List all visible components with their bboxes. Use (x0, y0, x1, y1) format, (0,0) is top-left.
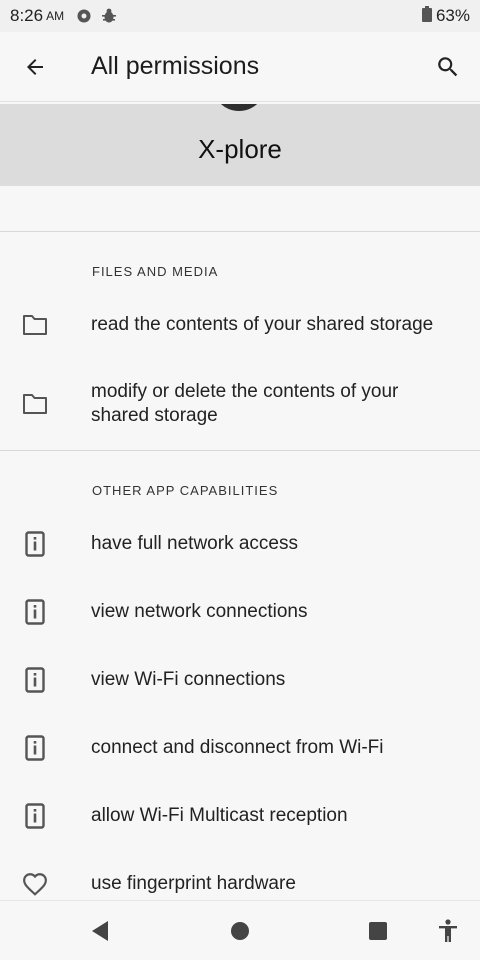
permission-label: read the contents of your shared storage (91, 314, 434, 335)
app-bar: All permissions (0, 32, 480, 102)
permission-label: modify or delete the contents of your sh… (91, 381, 399, 426)
triangle-back-icon (92, 921, 108, 941)
accessibility-icon (439, 919, 457, 942)
bug-icon (102, 8, 117, 24)
battery-percent: 63% (435, 6, 470, 25)
app-name: X-plore (198, 134, 282, 164)
heart-icon (0, 872, 70, 896)
sync-icon (76, 8, 92, 24)
permission-label: connect and disconnect from Wi-Fi (91, 737, 384, 758)
permission-item[interactable]: allow Wi-Fi Multicast reception (0, 792, 480, 840)
permission-label: view Wi-Fi connections (91, 669, 286, 690)
device-info-icon (0, 599, 70, 625)
app-header: X-plore (0, 104, 480, 186)
square-recents-icon (369, 922, 387, 940)
accessibility-button[interactable] (418, 901, 478, 960)
nav-back-button[interactable] (70, 901, 130, 960)
app-logo-icon (220, 104, 258, 111)
nav-home-button[interactable] (210, 901, 270, 960)
section-label-files-and-media: FILES AND MEDIA (92, 264, 219, 279)
permission-label: have full network access (91, 533, 298, 554)
device-info-icon (0, 667, 70, 693)
folder-icon (0, 393, 70, 415)
arrow-left-icon (27, 58, 43, 75)
section-label-other-app-capabilities: OTHER APP CAPABILITIES (92, 483, 279, 498)
search-icon (438, 56, 458, 76)
status-bar: 8:26 AM 63% (0, 0, 480, 32)
header-spacer (0, 186, 480, 232)
permission-label: allow Wi-Fi Multicast reception (91, 805, 348, 826)
permission-item[interactable]: view Wi-Fi connections (0, 656, 480, 704)
search-button[interactable] (418, 32, 478, 102)
page-title: All permissions (91, 52, 260, 80)
circle-home-icon (231, 922, 249, 940)
battery-icon (421, 5, 432, 27)
permission-label: view network connections (91, 601, 308, 622)
permission-item[interactable]: have full network access (0, 520, 480, 568)
device-info-icon (0, 803, 70, 829)
system-nav-bar (0, 900, 480, 960)
permission-item[interactable]: view network connections (0, 588, 480, 636)
section-divider (0, 450, 480, 451)
folder-icon (0, 314, 70, 336)
status-right: 63% (421, 5, 470, 27)
permission-item[interactable]: connect and disconnect from Wi-Fi (0, 724, 480, 772)
nav-recents-button[interactable] (348, 901, 408, 960)
status-time: 8:26 (10, 6, 44, 25)
back-button[interactable] (0, 32, 70, 102)
status-ampm: AM (46, 9, 65, 23)
device-info-icon (0, 531, 70, 557)
permission-item[interactable]: read the contents of your shared storage (0, 301, 480, 349)
permission-item[interactable]: modify or delete the contents of your sh… (0, 380, 480, 428)
device-info-icon (0, 735, 70, 761)
permission-label: use fingerprint hardware (91, 873, 296, 894)
